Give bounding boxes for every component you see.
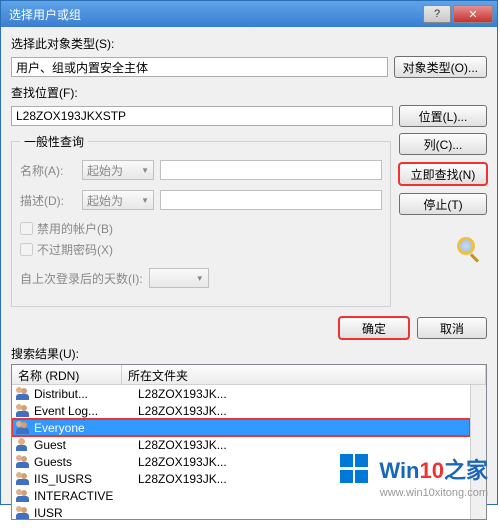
search-icon [451, 235, 487, 263]
no-expire-label: 不过期密码(X) [37, 241, 113, 258]
last-logon-label: 自上次登录后的天数(I): [20, 270, 143, 287]
watermark-suffix: 之家 [444, 458, 488, 483]
list-item-name: Guest [34, 438, 138, 452]
window-title: 选择用户或组 [5, 6, 421, 23]
name-label: 名称(A): [20, 162, 76, 179]
watermark: Win10之家 www.win10xitong.com [340, 453, 488, 499]
group-icon [16, 421, 32, 435]
disabled-accounts-check[interactable]: 禁用的帐户(B) [20, 220, 382, 237]
general-query-legend: 一般性查询 [20, 133, 88, 150]
find-now-button[interactable]: 立即查找(N) [399, 163, 487, 185]
list-item[interactable]: Distribut...L28ZOX193JK... [12, 385, 470, 402]
results-label: 搜索结果(U): [11, 345, 487, 362]
ok-button[interactable]: 确定 [339, 317, 409, 339]
group-icon [16, 506, 32, 520]
list-item-name: Distribut... [34, 387, 138, 401]
general-query-group: 一般性查询 名称(A): 起始为 描述(D): 起始为 禁用的帐户(B) [11, 133, 391, 307]
watermark-red: 10 [420, 458, 444, 483]
user-icon [16, 438, 32, 452]
list-item-name: IUSR [34, 506, 138, 520]
header-folder[interactable]: 所在文件夹 [122, 365, 486, 384]
last-logon-combo[interactable] [149, 268, 209, 288]
list-item-folder: L28ZOX193JK... [138, 438, 466, 452]
list-item[interactable]: Everyone [12, 419, 470, 436]
help-button[interactable]: ? [423, 5, 451, 23]
group-icon [16, 489, 32, 503]
group-icon [16, 472, 32, 486]
location-label: 查找位置(F): [11, 84, 487, 101]
columns-button[interactable]: 列(C)... [399, 133, 487, 155]
desc-combo[interactable]: 起始为 [82, 190, 154, 210]
object-type-label: 选择此对象类型(S): [11, 35, 487, 52]
locations-button[interactable]: 位置(L)... [399, 105, 487, 127]
cancel-button[interactable]: 取消 [417, 317, 487, 339]
group-icon [16, 455, 32, 469]
list-item-name: Everyone [34, 421, 138, 435]
object-type-field[interactable] [11, 57, 388, 77]
desc-label: 描述(D): [20, 192, 76, 209]
group-icon [16, 387, 32, 401]
windows-logo-icon [340, 454, 370, 484]
titlebar: 选择用户或组 ? ✕ [1, 1, 497, 27]
list-item-name: Event Log... [34, 404, 138, 418]
stop-button[interactable]: 停止(T) [399, 193, 487, 215]
group-icon [16, 404, 32, 418]
results-header: 名称 (RDN) 所在文件夹 [12, 365, 486, 385]
list-item-name: IIS_IUSRS [34, 472, 138, 486]
location-field[interactable] [11, 106, 393, 126]
no-expire-checkbox[interactable] [20, 243, 33, 256]
disabled-accounts-checkbox[interactable] [20, 222, 33, 235]
close-button[interactable]: ✕ [453, 5, 493, 23]
object-types-button[interactable]: 对象类型(O)... [394, 56, 487, 78]
list-item-name: INTERACTIVE [34, 489, 138, 503]
list-item-folder: L28ZOX193JK... [138, 404, 466, 418]
watermark-prefix: Win [379, 458, 419, 483]
desc-input[interactable] [160, 190, 382, 210]
list-item-name: Guests [34, 455, 138, 469]
header-name[interactable]: 名称 (RDN) [12, 365, 122, 384]
list-item[interactable]: IUSR [12, 504, 470, 520]
name-input[interactable] [160, 160, 382, 180]
dialog-window: 选择用户或组 ? ✕ 选择此对象类型(S): 对象类型(O)... 查找位置(F… [0, 0, 498, 505]
watermark-brand: Win10之家 [379, 458, 488, 483]
watermark-url: www.win10xitong.com [340, 487, 488, 499]
list-item-folder: L28ZOX193JK... [138, 387, 466, 401]
list-item[interactable]: Event Log...L28ZOX193JK... [12, 402, 470, 419]
disabled-accounts-label: 禁用的帐户(B) [37, 220, 113, 237]
name-combo[interactable]: 起始为 [82, 160, 154, 180]
list-item[interactable]: GuestL28ZOX193JK... [12, 436, 470, 453]
no-expire-check[interactable]: 不过期密码(X) [20, 241, 382, 258]
